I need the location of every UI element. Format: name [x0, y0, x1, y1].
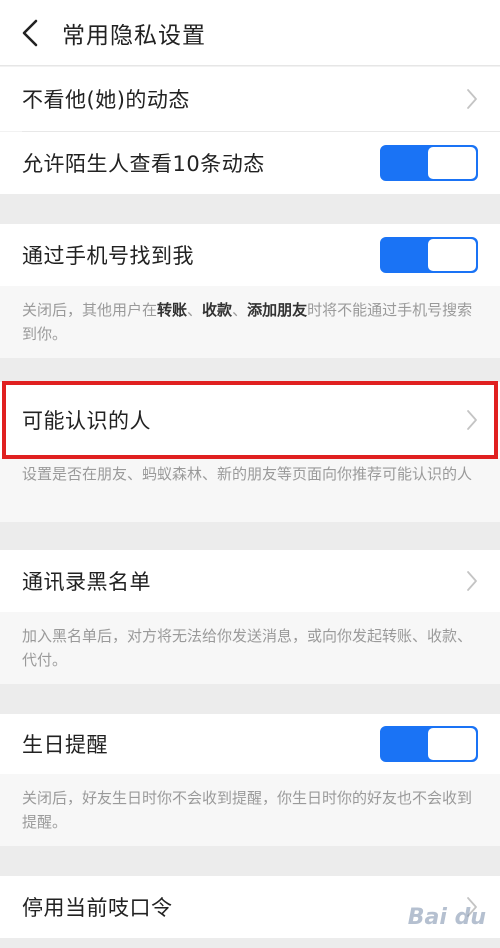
stranger-view-row: 允许陌生人查看10条动态 — [0, 132, 500, 194]
blacklist-description: 加入黑名单后，对方将无法给你发送消息，或向你发起转账、收款、代付。 — [0, 612, 500, 684]
header-bar: 常用隐私设置 — [0, 0, 500, 66]
desc-sep: 、 — [187, 301, 203, 319]
birthday-label: 生日提醒 — [22, 733, 108, 757]
toggle-knob — [428, 728, 476, 760]
chevron-right-icon — [466, 570, 478, 592]
chevron-right-icon — [466, 88, 478, 110]
desc-sep: 、 — [232, 301, 248, 319]
hide-moments-label: 不看他(她)的动态 — [22, 88, 190, 112]
find-by-phone-toggle[interactable] — [380, 237, 478, 273]
find-by-phone-description: 关闭后，其他用户在转账、收款、添加朋友时将不能通过手机号搜索到你。 — [0, 286, 500, 358]
bottom-gap — [0, 938, 500, 948]
desc-bold-transfer: 转账 — [157, 301, 188, 319]
section-gap — [0, 684, 500, 714]
hide-moments-row[interactable]: 不看他(她)的动态 — [0, 67, 500, 131]
birthday-toggle[interactable] — [380, 726, 478, 762]
blacklist-label: 通讯录黑名单 — [22, 570, 151, 594]
baidu-watermark: Bai du — [407, 905, 486, 930]
birthday-row: 生日提醒 — [0, 714, 500, 774]
people-may-know-description: 设置是否在朋友、蚂蚁森林、新的朋友等页面向你推荐可能认识的人 — [0, 458, 500, 522]
chevron-left-icon — [22, 19, 38, 46]
desc-bold-add-friend: 添加朋友 — [247, 301, 308, 319]
blacklist-row[interactable]: 通讯录黑名单 — [0, 550, 500, 612]
disable-code-label: 停用当前吱口令 — [22, 896, 173, 920]
people-may-know-label: 可能认识的人 — [22, 409, 151, 433]
desc-text: 关闭后，其他用户在 — [22, 301, 158, 319]
section-gap — [0, 522, 500, 550]
back-button[interactable] — [0, 0, 60, 66]
privacy-settings-page: 常用隐私设置 不看他(她)的动态 允许陌生人查看10条动态 通过手机号找到我 关… — [0, 0, 500, 948]
section-gap — [0, 358, 500, 382]
toggle-knob — [428, 239, 476, 271]
find-by-phone-row: 通过手机号找到我 — [0, 224, 500, 286]
page-title: 常用隐私设置 — [62, 22, 206, 49]
stranger-view-label: 允许陌生人查看10条动态 — [22, 152, 265, 176]
section-gap — [0, 194, 500, 224]
desc-bold-receive: 收款 — [202, 301, 233, 319]
birthday-description: 关闭后，好友生日时你不会收到提醒，你生日时你的好友也不会收到提醒。 — [0, 774, 500, 846]
people-may-know-row[interactable]: 可能认识的人 — [0, 382, 500, 458]
stranger-view-toggle[interactable] — [380, 145, 478, 181]
chevron-right-icon — [466, 409, 478, 431]
section-gap — [0, 846, 500, 876]
toggle-knob — [428, 147, 476, 179]
find-by-phone-label: 通过手机号找到我 — [22, 244, 194, 268]
